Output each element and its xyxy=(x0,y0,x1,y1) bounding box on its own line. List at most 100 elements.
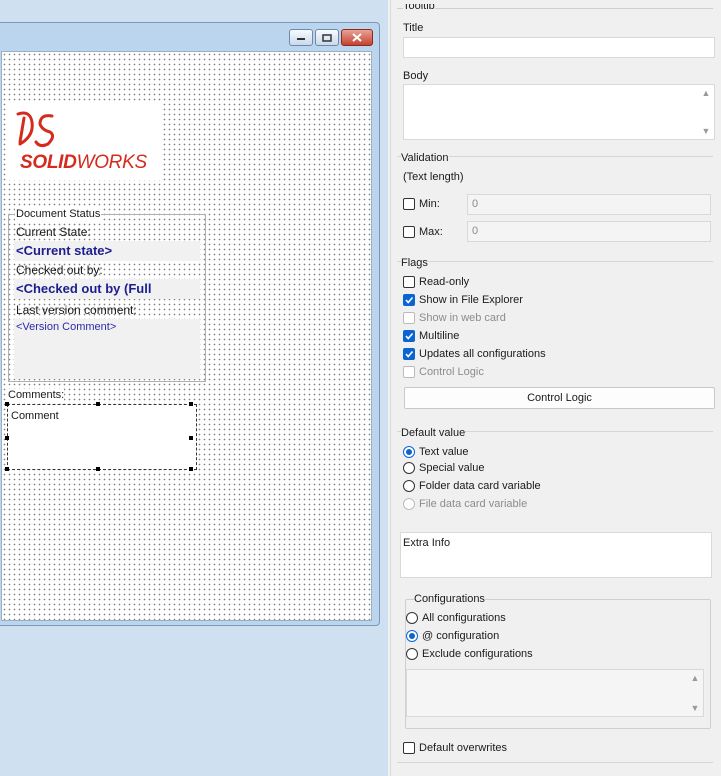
default-file-variable-option: File data card variable xyxy=(403,497,527,511)
scroll-up-icon[interactable]: ▲ xyxy=(702,87,711,99)
last-comment-label: Last version comment: xyxy=(16,303,137,317)
flag-show-in-explorer[interactable]: Show in File Explorer xyxy=(403,293,523,307)
bottom-divider xyxy=(397,762,713,763)
default-special-value-option[interactable]: Special value xyxy=(403,461,484,475)
logo-wordmark: SOLIDWORKS xyxy=(20,152,147,174)
resize-handle[interactable] xyxy=(189,402,193,406)
comment-field[interactable]: Comment xyxy=(7,404,197,470)
scroll-down-icon[interactable]: ▼ xyxy=(691,702,700,714)
resize-handle[interactable] xyxy=(5,402,9,406)
special-value-label: Special value xyxy=(419,462,485,474)
version-comment-variable[interactable]: <Version Comment> xyxy=(14,319,200,379)
close-button[interactable] xyxy=(341,29,373,46)
scroll-down-icon[interactable]: ▼ xyxy=(702,125,711,137)
document-status-group[interactable]: Document Status Current State: <Current … xyxy=(8,208,206,382)
min-checkbox[interactable] xyxy=(403,198,415,210)
configurations-list[interactable] xyxy=(406,669,704,717)
folder-variable-radio[interactable] xyxy=(403,480,415,492)
resize-handle[interactable] xyxy=(5,467,9,471)
title-input[interactable] xyxy=(403,37,715,58)
minimize-icon xyxy=(297,37,305,40)
all-configurations-label: All configurations xyxy=(422,612,506,624)
minimize-button[interactable] xyxy=(289,29,313,46)
resize-handle[interactable] xyxy=(189,436,193,440)
card-editor-window: SOLIDWORKS Document Status Current State… xyxy=(0,22,380,626)
min-checkbox-row[interactable]: Min: xyxy=(403,197,440,211)
at-configuration-option[interactable]: @ configuration xyxy=(406,629,499,643)
resize-handle[interactable] xyxy=(96,402,100,406)
default-overwrites-label: Default overwrites xyxy=(419,742,508,754)
control-logic-label: Control Logic xyxy=(419,366,484,378)
show-in-explorer-label: Show in File Explorer xyxy=(419,294,523,306)
control-logic-checkbox xyxy=(403,366,415,378)
close-icon xyxy=(352,33,362,42)
default-text-value-option[interactable]: Text value xyxy=(403,445,469,459)
logo-text: WORKS xyxy=(76,152,148,173)
document-status-caption: Document Status xyxy=(15,208,102,221)
flags-section: Flags Read-only Show in File Explorer Sh… xyxy=(397,257,715,424)
extra-info-label: Extra Info xyxy=(403,537,451,549)
logo-text-bold: SOLID xyxy=(20,152,77,173)
min-input[interactable]: 0 xyxy=(467,194,711,215)
min-label: Min: xyxy=(419,198,440,210)
updates-all-configurations-label: Updates all configurations xyxy=(419,348,546,360)
default-overwrites-checkbox[interactable] xyxy=(403,742,415,754)
max-checkbox-row[interactable]: Max: xyxy=(403,225,443,239)
show-in-explorer-checkbox[interactable] xyxy=(403,294,415,306)
at-configuration-radio[interactable] xyxy=(406,630,418,642)
multiline-label: Multiline xyxy=(419,330,460,342)
checkmark-icon xyxy=(405,332,414,340)
checkmark-icon xyxy=(405,350,414,358)
current-state-label: Current State: xyxy=(16,225,91,239)
exclude-configurations-label: Exclude configurations xyxy=(422,648,533,660)
flag-show-in-web-card: Show in web card xyxy=(403,311,506,325)
maximize-button[interactable] xyxy=(315,29,339,46)
configurations-caption: Configurations xyxy=(414,593,485,605)
show-in-web-card-checkbox xyxy=(403,312,415,324)
multiline-checkbox[interactable] xyxy=(403,330,415,342)
body-input[interactable] xyxy=(403,84,715,140)
flag-multiline[interactable]: Multiline xyxy=(403,329,459,343)
at-configuration-label: @ configuration xyxy=(422,630,500,642)
tooltip-section: Tooltip Title Body ▲ ▼ xyxy=(397,4,715,153)
max-checkbox[interactable] xyxy=(403,226,415,238)
control-logic-button[interactable]: Control Logic xyxy=(404,387,715,409)
tooltip-section-caption: Tooltip xyxy=(403,4,435,9)
file-variable-radio xyxy=(403,498,415,510)
comments-label: Comments: xyxy=(8,389,65,401)
scroll-up-icon[interactable]: ▲ xyxy=(691,672,700,684)
flag-updates-all-configurations[interactable]: Updates all configurations xyxy=(403,347,546,361)
read-only-checkbox[interactable] xyxy=(403,276,415,288)
resize-handle[interactable] xyxy=(189,467,193,471)
resize-handle[interactable] xyxy=(96,467,100,471)
max-input[interactable]: 0 xyxy=(467,221,711,242)
read-only-label: Read-only xyxy=(419,276,470,288)
special-value-radio[interactable] xyxy=(403,462,415,474)
flag-read-only[interactable]: Read-only xyxy=(403,275,469,289)
validation-subcaption: (Text length) xyxy=(403,171,464,183)
folder-variable-label: Folder data card variable xyxy=(419,480,541,492)
card-canvas[interactable]: SOLIDWORKS Document Status Current State… xyxy=(1,51,372,621)
resize-handle[interactable] xyxy=(5,436,9,440)
solidworks-logo[interactable]: SOLIDWORKS xyxy=(8,102,161,180)
all-configurations-radio[interactable] xyxy=(406,612,418,624)
configurations-group: Configurations All configurations @ conf… xyxy=(405,593,711,729)
updates-all-configurations-checkbox[interactable] xyxy=(403,348,415,360)
body-scrollbar[interactable]: ▲ ▼ xyxy=(698,87,714,137)
current-state-variable[interactable]: <Current state> xyxy=(14,241,200,261)
all-configurations-option[interactable]: All configurations xyxy=(406,611,506,625)
default-folder-variable-option[interactable]: Folder data card variable xyxy=(403,479,541,493)
default-overwrites-row[interactable]: Default overwrites xyxy=(403,741,507,755)
exclude-configurations-radio[interactable] xyxy=(406,648,418,660)
default-value-caption: Default value xyxy=(401,427,466,439)
checked-out-variable[interactable]: <Checked out by (Full xyxy=(14,279,200,299)
max-label: Max: xyxy=(419,226,443,238)
validation-section: Validation (Text length) Min: 0 Max: 0 xyxy=(397,152,713,251)
text-value-radio[interactable] xyxy=(403,446,415,458)
text-value-label: Text value xyxy=(419,446,469,458)
flags-caption: Flags xyxy=(401,257,428,269)
exclude-configurations-option[interactable]: Exclude configurations xyxy=(406,647,533,661)
extra-info-input[interactable]: Extra Info xyxy=(400,532,712,578)
body-label: Body xyxy=(403,70,429,82)
configurations-scrollbar[interactable]: ▲ ▼ xyxy=(687,672,703,714)
